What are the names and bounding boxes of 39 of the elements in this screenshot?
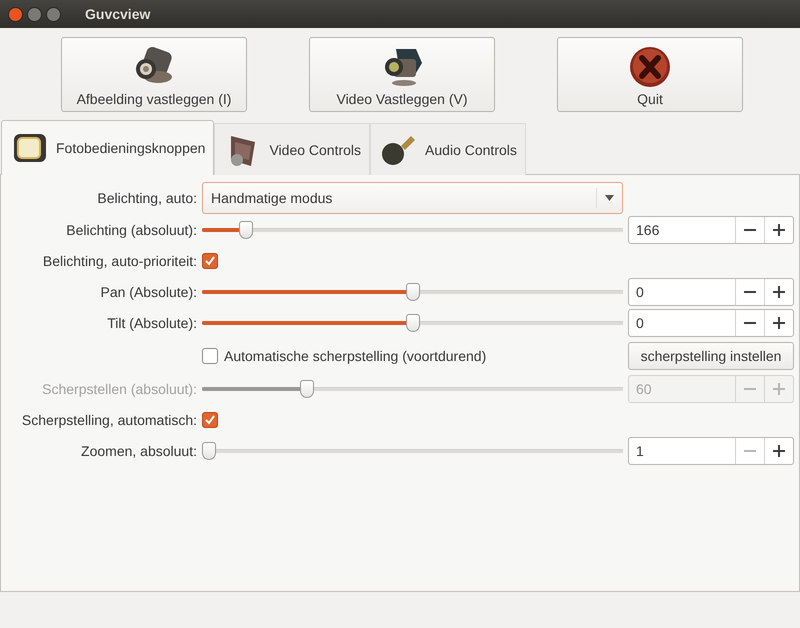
checkbox[interactable] bbox=[202, 348, 218, 364]
dropdown-arrow-icon bbox=[605, 194, 614, 200]
slider-thumb[interactable] bbox=[238, 220, 253, 238]
close-window-button[interactable] bbox=[8, 6, 23, 22]
checkbox-label: Belichting, auto-prioriteit: bbox=[42, 252, 197, 268]
slider-label: Scherpstellen (absoluut): bbox=[41, 380, 197, 396]
slider-thumb[interactable] bbox=[202, 442, 216, 460]
spin-field[interactable]: 0 bbox=[628, 278, 794, 306]
maximize-window-button[interactable] bbox=[46, 6, 61, 22]
checkbox-label: Scherpstelling, automatisch: bbox=[20, 412, 197, 428]
capture-button[interactable]: Quit bbox=[557, 37, 743, 112]
slider-thumb[interactable] bbox=[406, 314, 420, 332]
minimize-window-button[interactable] bbox=[27, 6, 42, 22]
tab[interactable]: Audio Controls bbox=[370, 123, 526, 175]
close-icon bbox=[628, 45, 672, 89]
plus-icon bbox=[773, 382, 785, 394]
tab[interactable]: Video Controls bbox=[214, 123, 370, 175]
plus-icon bbox=[773, 316, 785, 328]
plus-icon bbox=[773, 224, 785, 236]
checkbox-label: Automatische scherpstelling (voortdurend) bbox=[224, 348, 486, 364]
combo-label: Belichting, auto: bbox=[96, 190, 197, 206]
plus-icon bbox=[773, 286, 785, 298]
checkbox[interactable] bbox=[202, 412, 218, 428]
slider-label: Pan (Absolute): bbox=[100, 284, 197, 300]
set-focus-button[interactable]: scherpstelling instellen bbox=[628, 342, 794, 370]
spin-field[interactable]: 0 bbox=[628, 308, 794, 336]
tab[interactable]: Fotobedieningsknoppen bbox=[1, 120, 214, 175]
spin-field[interactable]: 166 bbox=[628, 216, 794, 244]
slider-label: Zoomen, absoluut: bbox=[80, 442, 197, 458]
slider-thumb[interactable] bbox=[406, 282, 420, 300]
slider-label: Tilt (Absolute): bbox=[106, 314, 197, 330]
checkbox[interactable] bbox=[202, 252, 218, 268]
window-title: Guvcview bbox=[85, 6, 150, 22]
slider-label: Belichting (absoluut): bbox=[65, 222, 197, 238]
capture-button[interactable]: Video Vastleggen (V) bbox=[309, 37, 495, 112]
plus-icon bbox=[773, 444, 785, 456]
spin-field[interactable]: 1 bbox=[628, 436, 794, 464]
capture-button[interactable]: Afbeelding vastleggen (I) bbox=[61, 37, 247, 112]
mode-dropdown[interactable]: Handmatige modus bbox=[202, 182, 623, 214]
